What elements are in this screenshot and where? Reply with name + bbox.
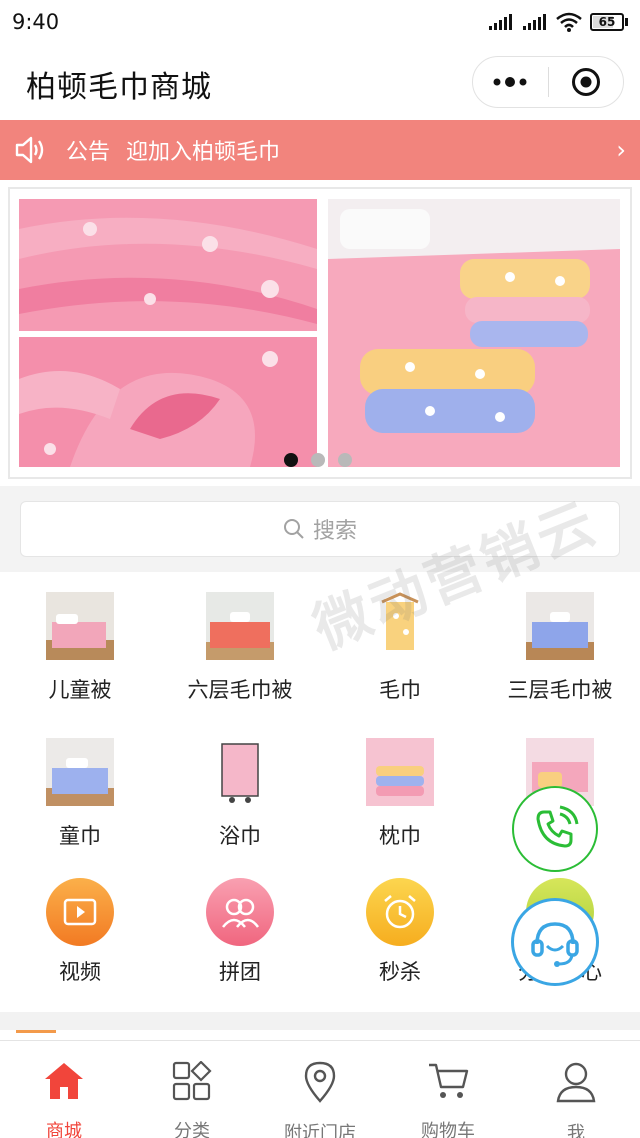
search-placeholder: 搜索 (312, 519, 357, 544)
notice-text: 迎加入柏顿毛巾 (126, 140, 281, 165)
battery-level: 65 (590, 13, 624, 31)
tab-label: 购物车 (421, 1121, 475, 1138)
category-item-six-layer-quilt[interactable]: 六层毛巾被 (160, 572, 320, 718)
tab-label: 商城 (46, 1121, 82, 1138)
category-label: 儿童被 (48, 678, 112, 702)
category-label: 枕巾 (379, 824, 421, 848)
banner-image (10, 189, 630, 477)
category-label: 毛巾 (379, 678, 421, 702)
category-icon (171, 1061, 213, 1101)
tab-mall[interactable]: 商城 (0, 1041, 128, 1138)
home-icon (43, 1061, 85, 1101)
wifi-icon (556, 12, 582, 32)
alarm-icon (366, 878, 434, 946)
next-section-peek (0, 1030, 640, 1040)
video-icon (46, 878, 114, 946)
announcement-bar[interactable]: 公告 迎加入柏顿毛巾 › (0, 120, 640, 180)
feature-label: 拼团 (219, 960, 261, 984)
feature-label: 秒杀 (379, 960, 421, 984)
signal-icon (489, 14, 512, 30)
page-title: 柏顿毛巾商城 (26, 70, 212, 105)
category-item-three-layer-quilt[interactable]: 三层毛巾被 (480, 572, 640, 718)
search-input[interactable]: 搜索 (20, 501, 620, 557)
category-item-kids-towel[interactable]: 童巾 (0, 718, 160, 864)
target-circle-icon (571, 68, 600, 96)
category-item-towel[interactable]: 毛巾 (320, 572, 480, 718)
category-item-children-quilt[interactable]: 儿童被 (0, 572, 160, 718)
location-icon (299, 1061, 341, 1103)
carousel-dot[interactable] (311, 453, 325, 467)
category-label: 六层毛巾被 (187, 678, 293, 702)
miniprogram-capsule (472, 56, 624, 108)
feature-flash-sale[interactable]: 秒杀 (320, 864, 480, 1010)
search-icon (283, 519, 304, 539)
group-icon (206, 878, 274, 946)
search-section: 搜索 (0, 486, 640, 572)
three-layer-quilt-thumbnail (526, 592, 594, 660)
headset-icon (531, 922, 579, 967)
feature-video[interactable]: 视频 (0, 864, 160, 1010)
carousel-dot[interactable] (338, 453, 352, 467)
category-label: 浴巾 (219, 824, 261, 848)
user-icon (555, 1061, 597, 1103)
banner-carousel[interactable] (8, 187, 632, 479)
banner-section (0, 180, 640, 486)
carousel-indicator (284, 453, 352, 467)
status-bar: 9:40 65 (0, 0, 640, 44)
status-indicators: 65 (488, 12, 628, 32)
close-miniprogram-button[interactable] (549, 57, 624, 107)
phone-icon (536, 805, 579, 848)
category-item-bath-towel[interactable]: 浴巾 (160, 718, 320, 864)
tab-category[interactable]: 分类 (128, 1041, 256, 1138)
category-label: 童巾 (59, 824, 101, 848)
more-button[interactable] (473, 57, 548, 107)
signal-icon (523, 14, 546, 30)
tab-label: 分类 (174, 1121, 210, 1138)
speaker-icon (14, 133, 48, 167)
tab-label: 附近门店 (284, 1123, 356, 1138)
category-label: 三层毛巾被 (507, 678, 613, 702)
battery-indicator: 65 (590, 13, 628, 31)
tab-nearby-stores[interactable]: 附近门店 (256, 1041, 384, 1138)
bath-towel-thumbnail (206, 738, 274, 806)
kids-towel-thumbnail (46, 738, 114, 806)
mall-home-page: 9:40 65 柏顿毛巾商城 公告 迎加入柏顿毛巾 › 搜索 儿童被 六层毛巾被… (0, 0, 640, 1138)
cart-icon (427, 1061, 469, 1101)
towel-thumbnail (366, 592, 434, 660)
pillow-towel-thumbnail (366, 738, 434, 806)
tab-me[interactable]: 我 (512, 1041, 640, 1138)
customer-service-button[interactable] (511, 898, 599, 986)
phone-call-button[interactable] (512, 786, 598, 872)
carousel-dot-active[interactable] (284, 453, 298, 467)
more-dots-icon (493, 77, 527, 87)
status-time: 9:40 (12, 10, 60, 34)
bottom-tab-bar: 商城 分类 附近门店 购物车 我 (0, 1040, 640, 1138)
tab-label: 我 (567, 1123, 585, 1138)
children-quilt-thumbnail (46, 592, 114, 660)
notice-label: 公告 (66, 140, 111, 165)
feature-label: 视频 (59, 960, 101, 984)
chevron-right-icon: › (616, 136, 626, 164)
feature-group-buy[interactable]: 拼团 (160, 864, 320, 1010)
title-bar: 柏顿毛巾商城 (0, 44, 640, 120)
tab-cart[interactable]: 购物车 (384, 1041, 512, 1138)
six-layer-quilt-thumbnail (206, 592, 274, 660)
category-item-pillow-towel[interactable]: 枕巾 (320, 718, 480, 864)
